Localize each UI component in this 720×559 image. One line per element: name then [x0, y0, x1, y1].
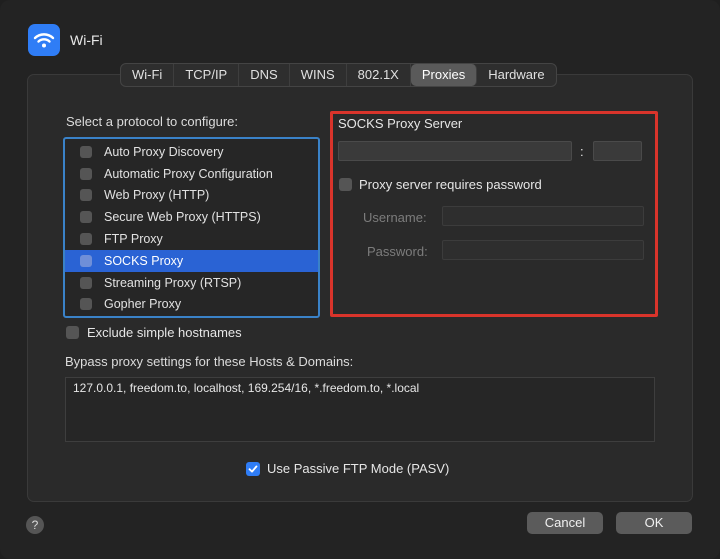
password-input[interactable]	[442, 240, 644, 260]
exclude-simple-hostnames-checkbox[interactable]: Exclude simple hostnames	[66, 325, 242, 340]
socks-server-title: SOCKS Proxy Server	[338, 116, 463, 131]
protocol-item-auto-discovery[interactable]: Auto Proxy Discovery	[65, 141, 318, 163]
bypass-hosts-textarea[interactable]: 127.0.0.1, freedom.to, localhost, 169.25…	[65, 377, 655, 442]
tab-wifi[interactable]: Wi-Fi	[121, 64, 175, 86]
tab-hardware[interactable]: Hardware	[477, 64, 555, 86]
protocol-list-label: Select a protocol to configure:	[66, 114, 238, 129]
protocol-label: SOCKS Proxy	[104, 253, 184, 268]
window-title: Wi-Fi	[70, 32, 103, 48]
password-label: Password:	[367, 244, 428, 259]
bypass-label: Bypass proxy settings for these Hosts & …	[65, 354, 354, 369]
protocol-checkbox[interactable]	[80, 189, 92, 202]
checkbox-box[interactable]	[339, 178, 352, 191]
protocol-checkbox[interactable]	[80, 298, 92, 311]
tab-tcpip[interactable]: TCP/IP	[174, 64, 240, 86]
requires-password-label: Proxy server requires password	[359, 177, 542, 192]
socks-port-input[interactable]	[593, 141, 642, 161]
protocol-label: Gopher Proxy	[104, 297, 182, 312]
exclude-simple-hostnames-label: Exclude simple hostnames	[87, 325, 242, 340]
protocol-checkbox[interactable]	[80, 145, 92, 158]
protocol-label: Web Proxy (HTTP)	[104, 188, 210, 203]
protocol-checkbox[interactable]	[80, 211, 92, 224]
protocol-item-socks[interactable]: SOCKS Proxy	[65, 249, 318, 272]
checkbox-box[interactable]	[66, 326, 79, 339]
tab-8021x[interactable]: 802.1X	[347, 64, 411, 86]
passive-ftp-label: Use Passive FTP Mode (PASV)	[267, 461, 450, 476]
tab-dns[interactable]: DNS	[239, 64, 290, 86]
cancel-button[interactable]: Cancel	[527, 512, 603, 534]
protocol-checkbox[interactable]	[80, 254, 92, 267]
socks-server-input[interactable]	[338, 141, 572, 161]
tab-bar: Wi-Fi TCP/IP DNS WINS 802.1X Proxies Har…	[120, 63, 557, 87]
protocol-label: FTP Proxy	[104, 232, 163, 247]
wifi-icon	[28, 24, 60, 56]
protocol-label: Streaming Proxy (RTSP)	[104, 275, 242, 290]
protocol-item-gopher[interactable]: Gopher Proxy	[65, 294, 318, 316]
protocol-item-rtsp[interactable]: Streaming Proxy (RTSP)	[65, 272, 318, 294]
protocol-item-auto-config[interactable]: Automatic Proxy Configuration	[65, 163, 318, 185]
ok-button[interactable]: OK	[616, 512, 692, 534]
requires-password-checkbox[interactable]: Proxy server requires password	[339, 177, 542, 192]
protocol-label: Automatic Proxy Configuration	[104, 166, 273, 181]
protocol-checkbox[interactable]	[80, 276, 92, 289]
port-separator: :	[580, 144, 584, 159]
protocol-checkbox[interactable]	[80, 233, 92, 246]
protocol-label: Secure Web Proxy (HTTPS)	[104, 210, 261, 225]
network-settings-window: Wi-Fi Wi-Fi TCP/IP DNS WINS 802.1X Proxi…	[0, 0, 720, 559]
tab-wins[interactable]: WINS	[290, 64, 347, 86]
help-button[interactable]: ?	[26, 516, 44, 534]
passive-ftp-checkbox[interactable]: Use Passive FTP Mode (PASV)	[246, 461, 449, 476]
protocol-item-http[interactable]: Web Proxy (HTTP)	[65, 185, 318, 207]
protocol-checkbox[interactable]	[80, 167, 92, 180]
protocol-list: Auto Proxy Discovery Automatic Proxy Con…	[63, 137, 320, 318]
tab-proxies[interactable]: Proxies	[410, 64, 478, 86]
checkmark-icon[interactable]	[246, 461, 260, 476]
username-label: Username:	[363, 210, 427, 225]
protocol-item-ftp[interactable]: FTP Proxy	[65, 228, 318, 250]
username-input[interactable]	[442, 206, 644, 226]
protocol-label: Auto Proxy Discovery	[104, 144, 224, 159]
protocol-item-https[interactable]: Secure Web Proxy (HTTPS)	[65, 206, 318, 228]
